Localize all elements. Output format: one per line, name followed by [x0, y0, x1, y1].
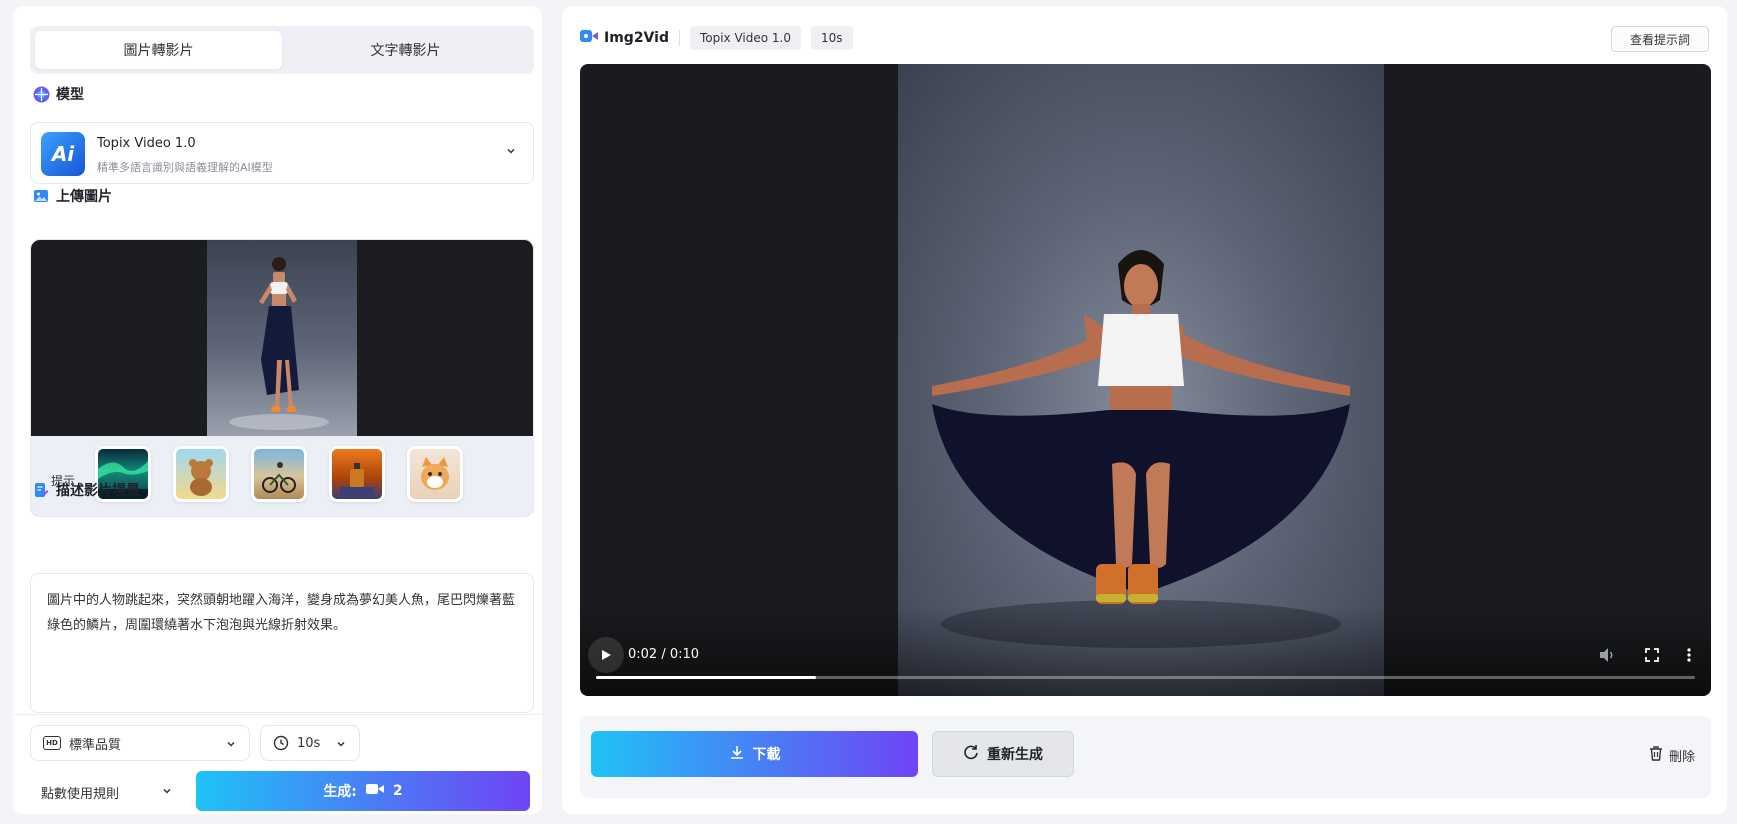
model-logo: Ai — [41, 132, 85, 176]
result-header: Img2Vid Topix Video 1.0 10s — [580, 26, 853, 50]
image-icon — [32, 187, 50, 205]
play-icon — [602, 650, 611, 660]
hint-thumbnail-kitten[interactable] — [407, 446, 463, 502]
hint-thumbnail-teddy-bear[interactable] — [173, 446, 229, 502]
delete-label: 刪除 — [1668, 749, 1695, 765]
uploaded-image[interactable] — [31, 240, 533, 436]
hd-icon: HD — [43, 736, 61, 750]
model-chip: Topix Video 1.0 — [689, 26, 801, 50]
quality-select[interactable]: HD 標準品質 — [30, 725, 250, 761]
video-frame — [898, 64, 1384, 696]
model-name: Topix Video 1.0 — [97, 136, 196, 151]
generation-settings-bar: HD 標準品質 10s 點數使用規則 生成: 2 — [13, 714, 542, 814]
description-title: 描述影片場景 — [56, 483, 140, 499]
clock-icon — [273, 735, 289, 751]
points-rules-dropdown[interactable]: 點數使用規則 — [41, 783, 173, 802]
brand: Img2Vid — [580, 29, 669, 47]
trash-icon — [1649, 745, 1663, 765]
play-button[interactable] — [588, 637, 624, 673]
divider — [678, 30, 680, 46]
volume-icon[interactable] — [1598, 647, 1616, 667]
description-section-title: 描述影片場景 — [32, 480, 140, 500]
description-textarea[interactable]: 圖片中的人物跳起來，突然頭朝地躍入海洋，變身成為夢幻美人魚，尾巴閃爍著藍綠色的鱗… — [30, 573, 534, 713]
download-label: 下載 — [752, 747, 781, 763]
img2vid-logo-icon — [580, 29, 598, 47]
result-actions: 下載 重新生成 刪除 — [580, 716, 1711, 798]
duration-select[interactable]: 10s — [260, 725, 360, 761]
model-description: 精準多語言識別與語義理解的AI模型 — [97, 161, 273, 174]
delete-button[interactable]: 刪除 — [1649, 745, 1695, 765]
duration-chip: 10s — [811, 26, 853, 50]
model-section-title: 模型 — [32, 84, 84, 104]
model-icon — [32, 85, 50, 103]
chevron-down-icon — [505, 145, 517, 161]
video-time: 0:02 / 0:10 — [628, 647, 700, 662]
model-select[interactable]: Ai Topix Video 1.0 精準多語言識別與語義理解的AI模型 — [30, 122, 534, 184]
video-player[interactable]: 0:02 / 0:10 — [580, 64, 1711, 696]
chevron-down-icon — [225, 738, 237, 754]
model-title: 模型 — [56, 87, 84, 103]
mode-tabs: 圖片轉影片 文字轉影片 — [30, 26, 534, 74]
brand-name: Img2Vid — [604, 30, 669, 46]
generate-button[interactable]: 生成: 2 — [196, 771, 530, 811]
regenerate-button[interactable]: 重新生成 — [932, 731, 1074, 777]
quality-value: 標準品質 — [69, 737, 122, 753]
hint-thumbnail-cyclist[interactable] — [251, 446, 307, 502]
fullscreen-icon[interactable] — [1644, 647, 1660, 667]
regenerate-label: 重新生成 — [987, 747, 1043, 763]
chevron-down-icon — [161, 785, 173, 801]
points-rules-label: 點數使用規則 — [41, 787, 120, 802]
chevron-down-icon — [335, 738, 347, 754]
tab-image-to-video[interactable]: 圖片轉影片 — [35, 31, 282, 69]
edit-document-icon — [32, 481, 50, 499]
upload-area: 提示 — [30, 239, 534, 517]
view-prompt-button[interactable]: 查看提示詞 — [1610, 26, 1709, 52]
hint-thumbnails — [95, 446, 463, 502]
upload-section-title: 上傳圖片 — [32, 186, 112, 206]
upload-title: 上傳圖片 — [56, 189, 112, 205]
tab-text-to-video[interactable]: 文字轉影片 — [282, 31, 529, 69]
video-camera-icon — [365, 782, 385, 800]
right-panel: Img2Vid Topix Video 1.0 10s 查看提示詞 0:02 /… — [562, 6, 1727, 814]
video-controls: 0:02 / 0:10 — [580, 606, 1711, 696]
uploaded-photo — [207, 240, 357, 436]
download-button[interactable]: 下載 — [591, 731, 918, 777]
refresh-icon — [963, 744, 979, 764]
more-options-icon[interactable] — [1686, 647, 1692, 667]
duration-value: 10s — [297, 735, 321, 751]
generate-cost: 2 — [392, 783, 403, 799]
video-progress-bar[interactable] — [596, 676, 1695, 679]
download-icon — [729, 744, 745, 764]
video-progress-fill — [596, 676, 816, 679]
left-panel: 圖片轉影片 文字轉影片 模型 Ai Topix Video 1.0 精準多語言識… — [13, 6, 542, 814]
hint-thumbnail-perfume[interactable] — [329, 446, 385, 502]
generate-label: 生成: — [323, 784, 357, 800]
